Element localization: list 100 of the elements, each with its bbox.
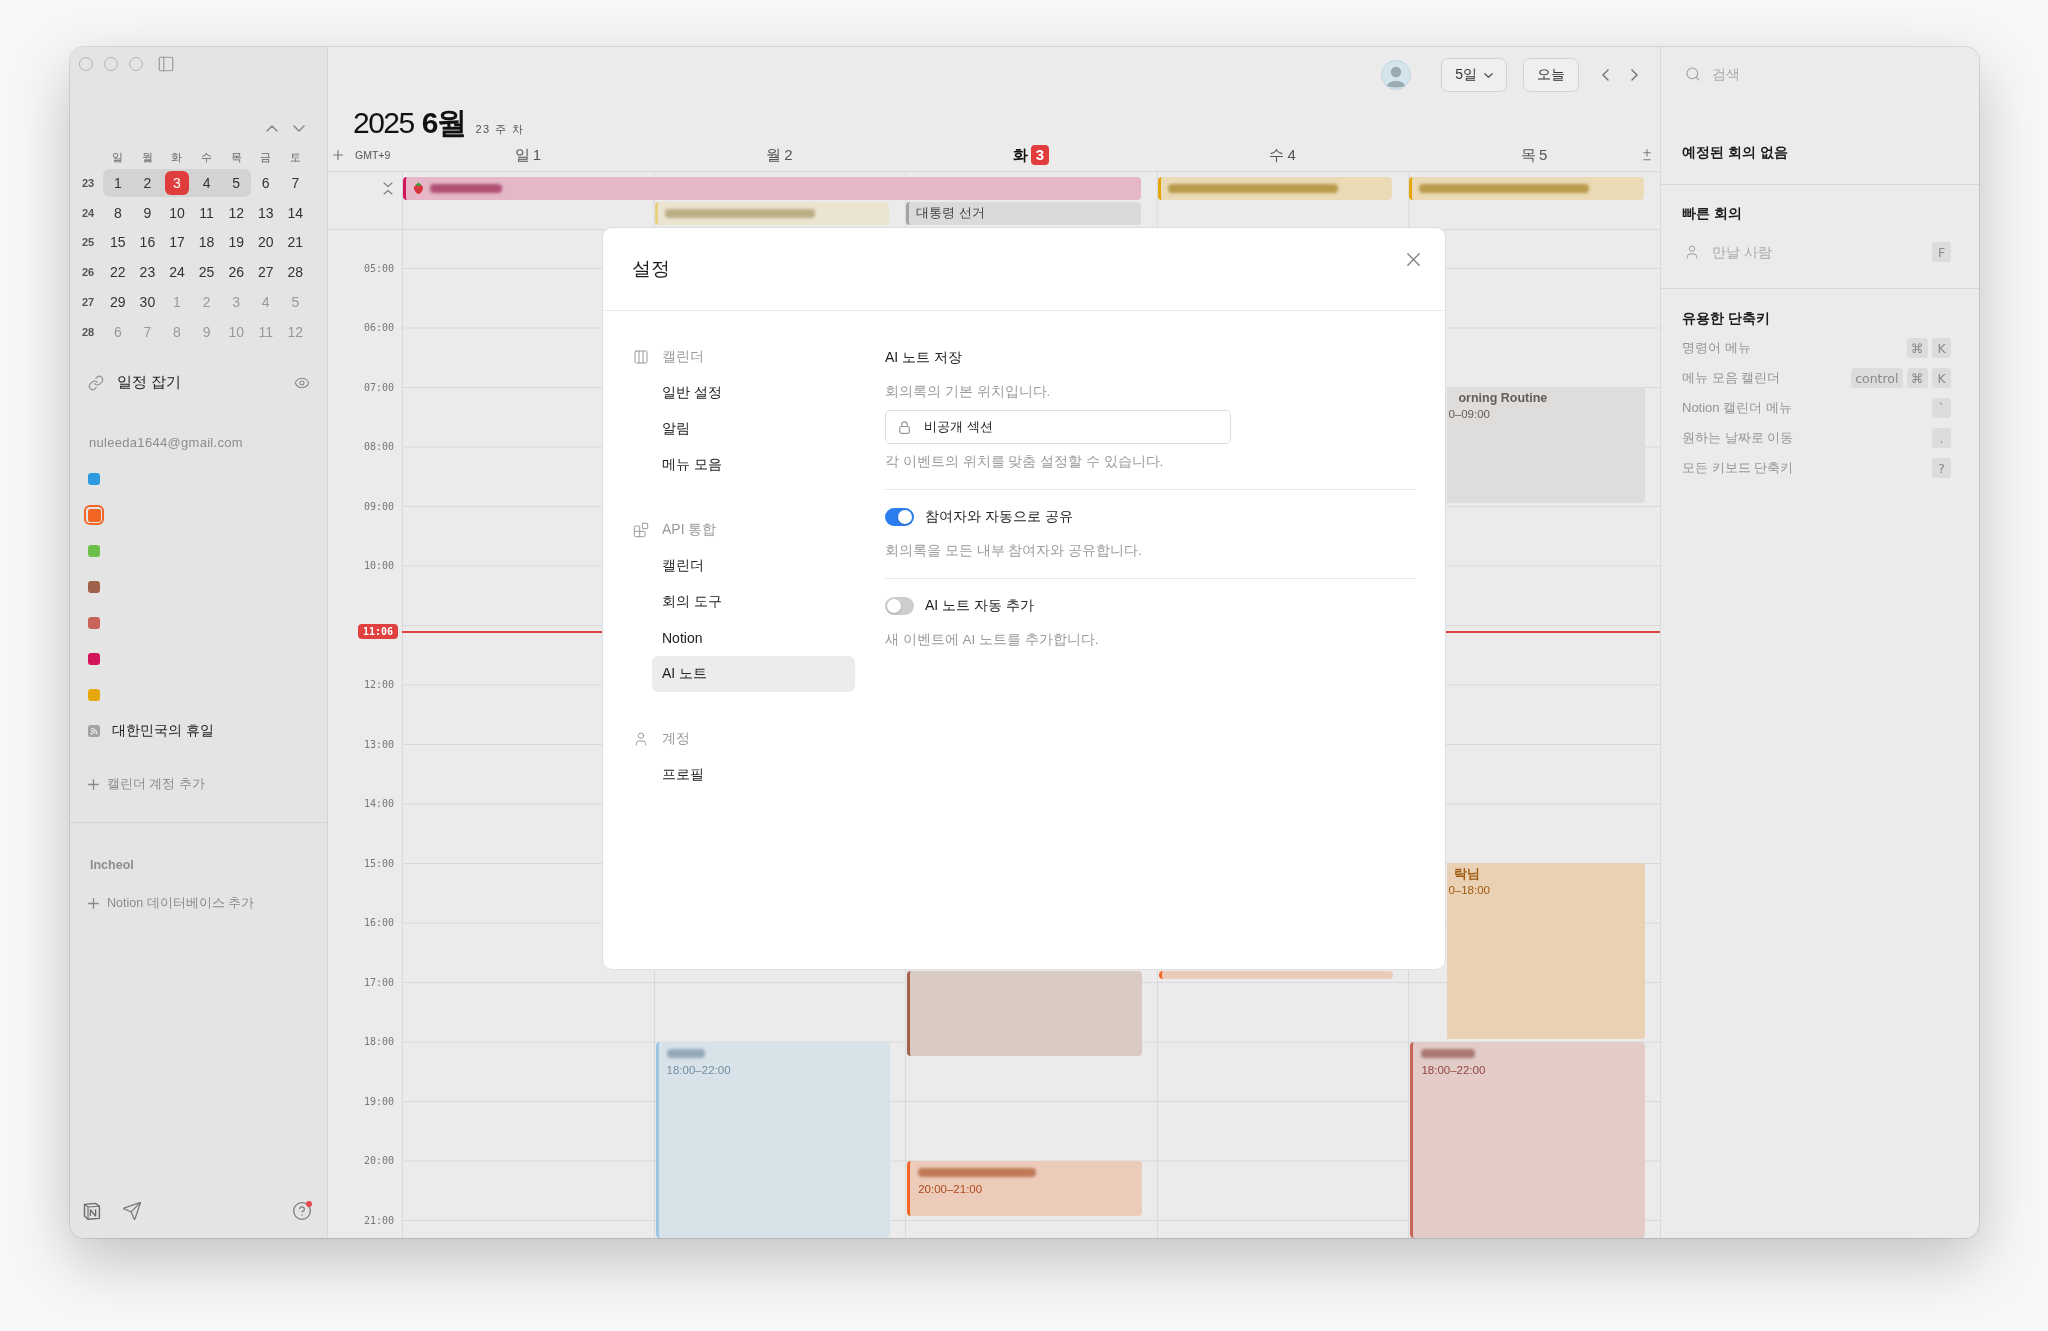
calendar-event[interactable]: 20:00–21:00 (907, 1160, 1142, 1216)
calendar-day[interactable]: 19 (221, 228, 251, 257)
plus-minus-icon[interactable] (1642, 149, 1652, 161)
weekday-label: 화 (1012, 145, 1028, 165)
dialog-title: 설정 (632, 257, 670, 281)
all-day-event[interactable] (1157, 177, 1393, 200)
calendar-day[interactable]: 29 (103, 288, 133, 317)
settings-nav-item[interactable]: 회의 도구 (652, 584, 855, 620)
calendar-color-swatch[interactable] (88, 616, 100, 629)
avatar[interactable] (1381, 60, 1412, 90)
toggle-switch[interactable] (885, 508, 914, 526)
calendar-day[interactable]: 17 (162, 228, 192, 257)
toggle-label: 참여자와 자동으로 공유 (925, 508, 1073, 526)
today-button[interactable]: 오늘 (1523, 58, 1579, 92)
section-heading: API 통합 (662, 521, 717, 539)
calendar-event[interactable]: 락님 0–18:00 (1447, 863, 1645, 1039)
calendar-name[interactable]: 대한민국의 휴일 (112, 721, 214, 740)
settings-nav-item[interactable]: 일반 설정 (652, 375, 855, 411)
settings-nav-item[interactable]: AI 노트 (652, 656, 855, 692)
calendar-color-swatch[interactable] (88, 688, 100, 701)
keyboard-key: ? (1932, 458, 1951, 478)
collapse-icon[interactable] (383, 182, 393, 195)
account-email: nuleeda1644@gmail.com (88, 433, 244, 452)
event-time: 0–18:00 (1448, 883, 1490, 898)
sidebar-toggle-icon[interactable] (157, 55, 175, 73)
settings-nav-item[interactable]: 캘린더 (652, 548, 855, 584)
calendar-day[interactable]: 9 (132, 198, 163, 227)
calendar-day[interactable]: 16 (132, 228, 163, 257)
calendar-day[interactable]: 24 (162, 258, 192, 287)
view-menu-button[interactable]: 5일 (1441, 58, 1507, 92)
calendar-event[interactable]: 18:00–22:00 (1410, 1041, 1645, 1238)
calendar-day[interactable]: 15 (103, 228, 133, 257)
settings-nav-item[interactable]: 프로필 (652, 757, 855, 793)
calendar-event[interactable] (907, 970, 1142, 1057)
calendar-color-swatch[interactable] (88, 544, 100, 557)
event-time: 20:00–21:00 (918, 1181, 983, 1197)
week-number: 27 (81, 296, 95, 309)
help-icon[interactable] (292, 1201, 312, 1221)
all-day-event[interactable] (1409, 177, 1644, 200)
chevron-right-icon[interactable] (1631, 69, 1638, 81)
settings-nav-item[interactable]: 알림 (652, 411, 855, 447)
settings-nav-item[interactable]: Notion (652, 620, 855, 656)
chevron-left-icon[interactable] (1602, 69, 1609, 81)
week-number: 24 (81, 206, 95, 219)
chevron-down-icon[interactable] (293, 124, 305, 132)
calendar-day[interactable]: 1 (103, 168, 133, 197)
week-number: 26 (81, 266, 95, 279)
calendar-day[interactable]: 23 (132, 258, 163, 287)
calendar-day[interactable]: 30 (132, 288, 163, 317)
search-field[interactable]: 검색 (1712, 63, 1951, 85)
calendar-event[interactable]: orning Routine 0–09:00 (1447, 387, 1645, 503)
rss-icon (88, 724, 100, 737)
calendar-day[interactable]: 10 (162, 198, 192, 227)
location-field[interactable]: 비공개 섹션 (885, 410, 1231, 444)
date-label: 2 (784, 145, 793, 165)
keyboard-key: control (1851, 368, 1903, 388)
calendar-day[interactable]: 20 (250, 228, 281, 257)
calendar-day[interactable]: 4 (191, 168, 222, 197)
keyboard-key: K (1932, 338, 1951, 358)
calendar-day[interactable]: 6 (250, 168, 281, 197)
calendar-day[interactable]: 26 (221, 258, 251, 287)
blurred-title (1421, 1049, 1476, 1058)
calendar-day[interactable]: 14 (280, 198, 311, 227)
keyboard-key: ⌘ (1907, 368, 1928, 388)
attendee-field[interactable]: 만날 사람 (1712, 241, 1920, 263)
calendar-color-swatch[interactable] (88, 580, 100, 593)
calendar-day[interactable]: 22 (103, 258, 133, 287)
section-heading: 예정된 회의 없음 (1682, 144, 1789, 162)
calendar-day[interactable]: 11 (191, 198, 222, 227)
all-day-event[interactable] (403, 177, 1141, 200)
settings-nav-item[interactable]: 메뉴 모음 (652, 447, 855, 483)
toggle-switch[interactable] (885, 597, 914, 615)
notification-dot-icon (306, 1201, 312, 1207)
paper-plane-icon[interactable] (122, 1201, 142, 1221)
keyboard-key: K (1932, 368, 1951, 388)
plus-icon[interactable] (333, 150, 343, 160)
calendar-day[interactable]: 12 (221, 198, 251, 227)
calendar-day[interactable]: 18 (191, 228, 222, 257)
calendar-color-swatch[interactable] (88, 652, 100, 665)
app-logo-icon[interactable] (82, 1201, 102, 1221)
calendar-day[interactable]: 28 (280, 258, 311, 287)
calendar-color-swatch[interactable] (84, 504, 104, 525)
calendar-day[interactable]: 8 (103, 198, 133, 227)
calendar-day[interactable]: 7 (280, 168, 311, 197)
calendar-day[interactable]: 21 (280, 228, 311, 257)
calendar-day[interactable]: 2 (132, 168, 163, 197)
calendar-color-swatch[interactable] (88, 472, 100, 485)
blurred-title (430, 183, 502, 193)
calendar-day[interactable]: 13 (250, 198, 281, 227)
all-day-event[interactable]: 대통령 선거 (906, 202, 1141, 225)
calendar-day[interactable]: 27 (250, 258, 281, 287)
event-title: 대통령 선거 (916, 204, 985, 223)
calendar-day[interactable]: 5 (221, 168, 251, 197)
scheduling-link-label[interactable]: 일정 잡기 (117, 373, 281, 393)
calendar-day[interactable]: 25 (191, 258, 222, 287)
weekday-label: 목 (1521, 145, 1536, 165)
calendar-day[interactable]: 3 (162, 168, 192, 197)
toggle-label: AI 노트 자동 추가 (925, 597, 1034, 615)
chevron-up-icon[interactable] (266, 124, 278, 132)
setting-description: 회의록의 기본 위치입니다. (885, 383, 1052, 401)
